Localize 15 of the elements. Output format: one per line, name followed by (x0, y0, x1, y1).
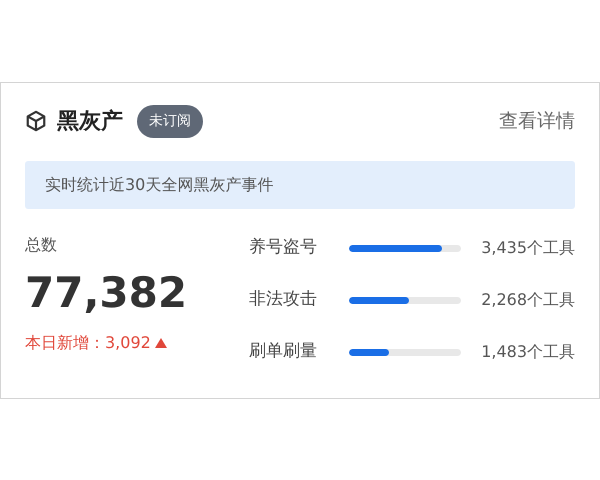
stat-label: 非法攻击 (249, 288, 318, 312)
total-count: 77,382 (25, 267, 188, 319)
stat-value: 3,435个工具 (481, 237, 575, 259)
view-details-link[interactable]: 查看详情 (499, 106, 575, 136)
subscription-status: 未订阅 (137, 104, 203, 138)
today-increase-label: 本日新增： (25, 332, 105, 354)
cube-icon (25, 110, 47, 132)
total-label: 总数 (25, 234, 58, 256)
stat-value: 1,483个工具 (481, 341, 575, 363)
card-title: 黑灰产 (57, 108, 123, 136)
stat-label: 刷单刷量 (249, 340, 318, 364)
today-increase-value: 3,092 (105, 332, 151, 354)
stat-value: 2,268个工具 (481, 289, 575, 311)
stat-label: 养号盗号 (249, 236, 318, 260)
info-banner: 实时统计近30天全网黑灰产事件 (25, 161, 575, 209)
